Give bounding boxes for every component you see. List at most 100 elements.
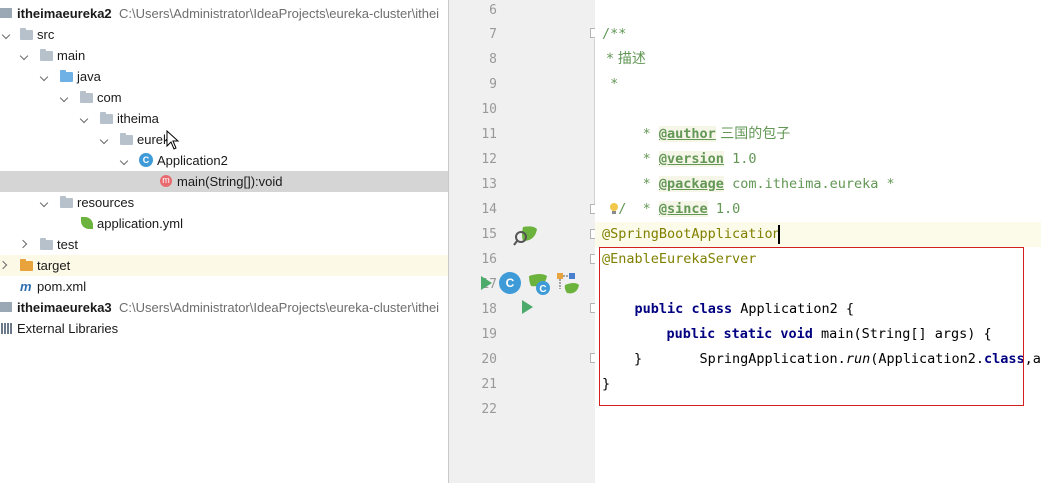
- tree-item-java[interactable]: java: [0, 66, 449, 87]
- line-number: 18: [481, 302, 497, 317]
- project-tree: itheimaeureka2 C:\Users\Administrator\Id…: [0, 0, 449, 483]
- tree-item-main[interactable]: main: [0, 45, 449, 66]
- javadoc-value: 1.0: [707, 201, 741, 217]
- chevron-down-icon[interactable]: [98, 129, 112, 150]
- module-icon: [0, 3, 14, 24]
- code-line-11: * @version 1.0: [634, 151, 757, 167]
- lightbulb-icon[interactable]: [609, 202, 619, 216]
- line-number: 6: [489, 3, 497, 18]
- tree-label-main: main: [57, 48, 86, 63]
- module-name: itheimaeureka3: [17, 300, 112, 315]
- package-icon: [79, 87, 94, 108]
- tree-label-test: test: [57, 237, 78, 252]
- code-line-8: * 描述: [602, 51, 646, 67]
- tree-item-main-method[interactable]: main(String[]):void: [0, 171, 449, 192]
- chevron-right-icon[interactable]: [0, 255, 12, 276]
- tree-label-resources: resources: [77, 195, 135, 210]
- line-number: 13: [481, 177, 497, 192]
- tree-item-eureka[interactable]: eurek: [0, 129, 449, 150]
- class-icon: [138, 150, 154, 171]
- line-number: 9: [489, 77, 497, 92]
- resources-folder-icon: [59, 192, 74, 213]
- tree-item-target[interactable]: target: [0, 255, 449, 276]
- code-line-9: *: [602, 76, 619, 92]
- chevron-down-icon[interactable]: [118, 150, 132, 171]
- tree-label-pom: pom.xml: [37, 279, 87, 294]
- line-number: 22: [481, 402, 497, 417]
- spring-class-icon[interactable]: C: [527, 272, 553, 296]
- tree-item-com[interactable]: com: [0, 87, 449, 108]
- tree-label-application2: Application2: [157, 153, 228, 168]
- tree-item-itheima[interactable]: itheima: [0, 108, 449, 129]
- code-line-12: * @package com.itheima.eureka *: [634, 176, 895, 192]
- folder-icon: [19, 24, 34, 45]
- module-name: itheimaeureka2: [17, 6, 112, 21]
- tree-label-java: java: [77, 69, 101, 84]
- tree-item-module-itheimaeureka2[interactable]: itheimaeureka2 C:\Users\Administrator\Id…: [0, 3, 449, 24]
- tree-item-application2[interactable]: Application2: [0, 150, 449, 171]
- line-number: 8: [489, 52, 497, 67]
- tree-label-application-yml: application.yml: [97, 216, 183, 231]
- excluded-folder-icon: [19, 255, 34, 276]
- line-number: 10: [481, 102, 497, 117]
- code-editor[interactable]: /** * 描述 * * @author 三国的包子 * @version 1.…: [595, 0, 1041, 483]
- line-number: 16: [481, 252, 497, 267]
- text-caret: [778, 225, 780, 244]
- editor-gutter: 6 7 8 9 10 11 12 13 14 15 16 17 18 19 20…: [449, 0, 600, 483]
- tree-item-test[interactable]: test: [0, 234, 449, 255]
- line-number: 20: [481, 352, 497, 367]
- chevron-down-icon[interactable]: [38, 66, 52, 87]
- run-icon[interactable]: [522, 300, 533, 314]
- tree-label-eureka: eurek: [137, 132, 170, 147]
- maven-icon: m: [20, 279, 32, 294]
- code-line-15: @SpringBootApplication: [602, 226, 781, 242]
- chevron-down-icon[interactable]: [58, 87, 72, 108]
- tree-item-module-itheimaeureka3[interactable]: itheimaeureka3 C:\Users\Administrator\Id…: [0, 297, 449, 318]
- folder-icon: [39, 45, 54, 66]
- tree-item-pom-xml[interactable]: m pom.xml: [0, 276, 449, 297]
- line-number: 15: [481, 227, 497, 242]
- class-c-icon[interactable]: C: [499, 272, 521, 294]
- chevron-down-icon[interactable]: [78, 108, 92, 129]
- tree-label-com: com: [97, 90, 122, 105]
- folder-icon: [39, 234, 54, 255]
- source-folder-icon: [59, 66, 74, 87]
- line-number: 11: [481, 127, 497, 142]
- line-number: 14: [481, 202, 497, 217]
- chevron-down-icon[interactable]: [18, 45, 32, 66]
- tree-item-src[interactable]: src: [0, 24, 449, 45]
- spring-bean-icon[interactable]: [513, 223, 539, 247]
- module-icon: [0, 297, 14, 318]
- package-icon: [99, 108, 114, 129]
- code-line-10: * @author 三国的包子: [634, 126, 791, 142]
- line-number: 7: [489, 27, 497, 42]
- tree-label-target: target: [37, 258, 71, 273]
- code-line-13: * @since 1.0: [634, 201, 741, 217]
- spring-yml-icon: [79, 213, 95, 234]
- line-number: 21: [481, 377, 497, 392]
- tree-item-external-libraries[interactable]: External Libraries: [0, 318, 449, 339]
- package-icon: [119, 129, 134, 150]
- javadoc-value: com.itheima.eureka *: [723, 176, 895, 192]
- annotation-highlight-box: [599, 247, 1024, 406]
- line-number: 12: [481, 152, 497, 167]
- tree-label-src: src: [37, 27, 55, 42]
- chevron-down-icon[interactable]: [38, 192, 52, 213]
- javadoc-tag: @since: [658, 201, 708, 217]
- chevron-right-icon[interactable]: [18, 234, 32, 255]
- method-icon: [159, 171, 173, 192]
- line-number: 19: [481, 327, 497, 342]
- chevron-down-icon[interactable]: [0, 24, 14, 45]
- tree-label-main-method: main(String[]):void: [177, 174, 283, 189]
- tree-item-resources[interactable]: resources: [0, 192, 449, 213]
- library-icon: [0, 318, 14, 339]
- tree-item-application-yml[interactable]: application.yml: [0, 213, 449, 234]
- module-path: C:\Users\Administrator\IdeaProjects\eure…: [119, 300, 440, 315]
- tree-label-itheima: itheima: [117, 111, 159, 126]
- code-line-7: /**: [602, 26, 627, 42]
- mouse-cursor-icon: [166, 130, 180, 150]
- run-icon[interactable]: [481, 276, 492, 290]
- module-path: C:\Users\Administrator\IdeaProjects\eure…: [119, 6, 440, 21]
- spring-configuration-icon[interactable]: [555, 271, 581, 295]
- tree-label-external-libraries: External Libraries: [17, 321, 119, 336]
